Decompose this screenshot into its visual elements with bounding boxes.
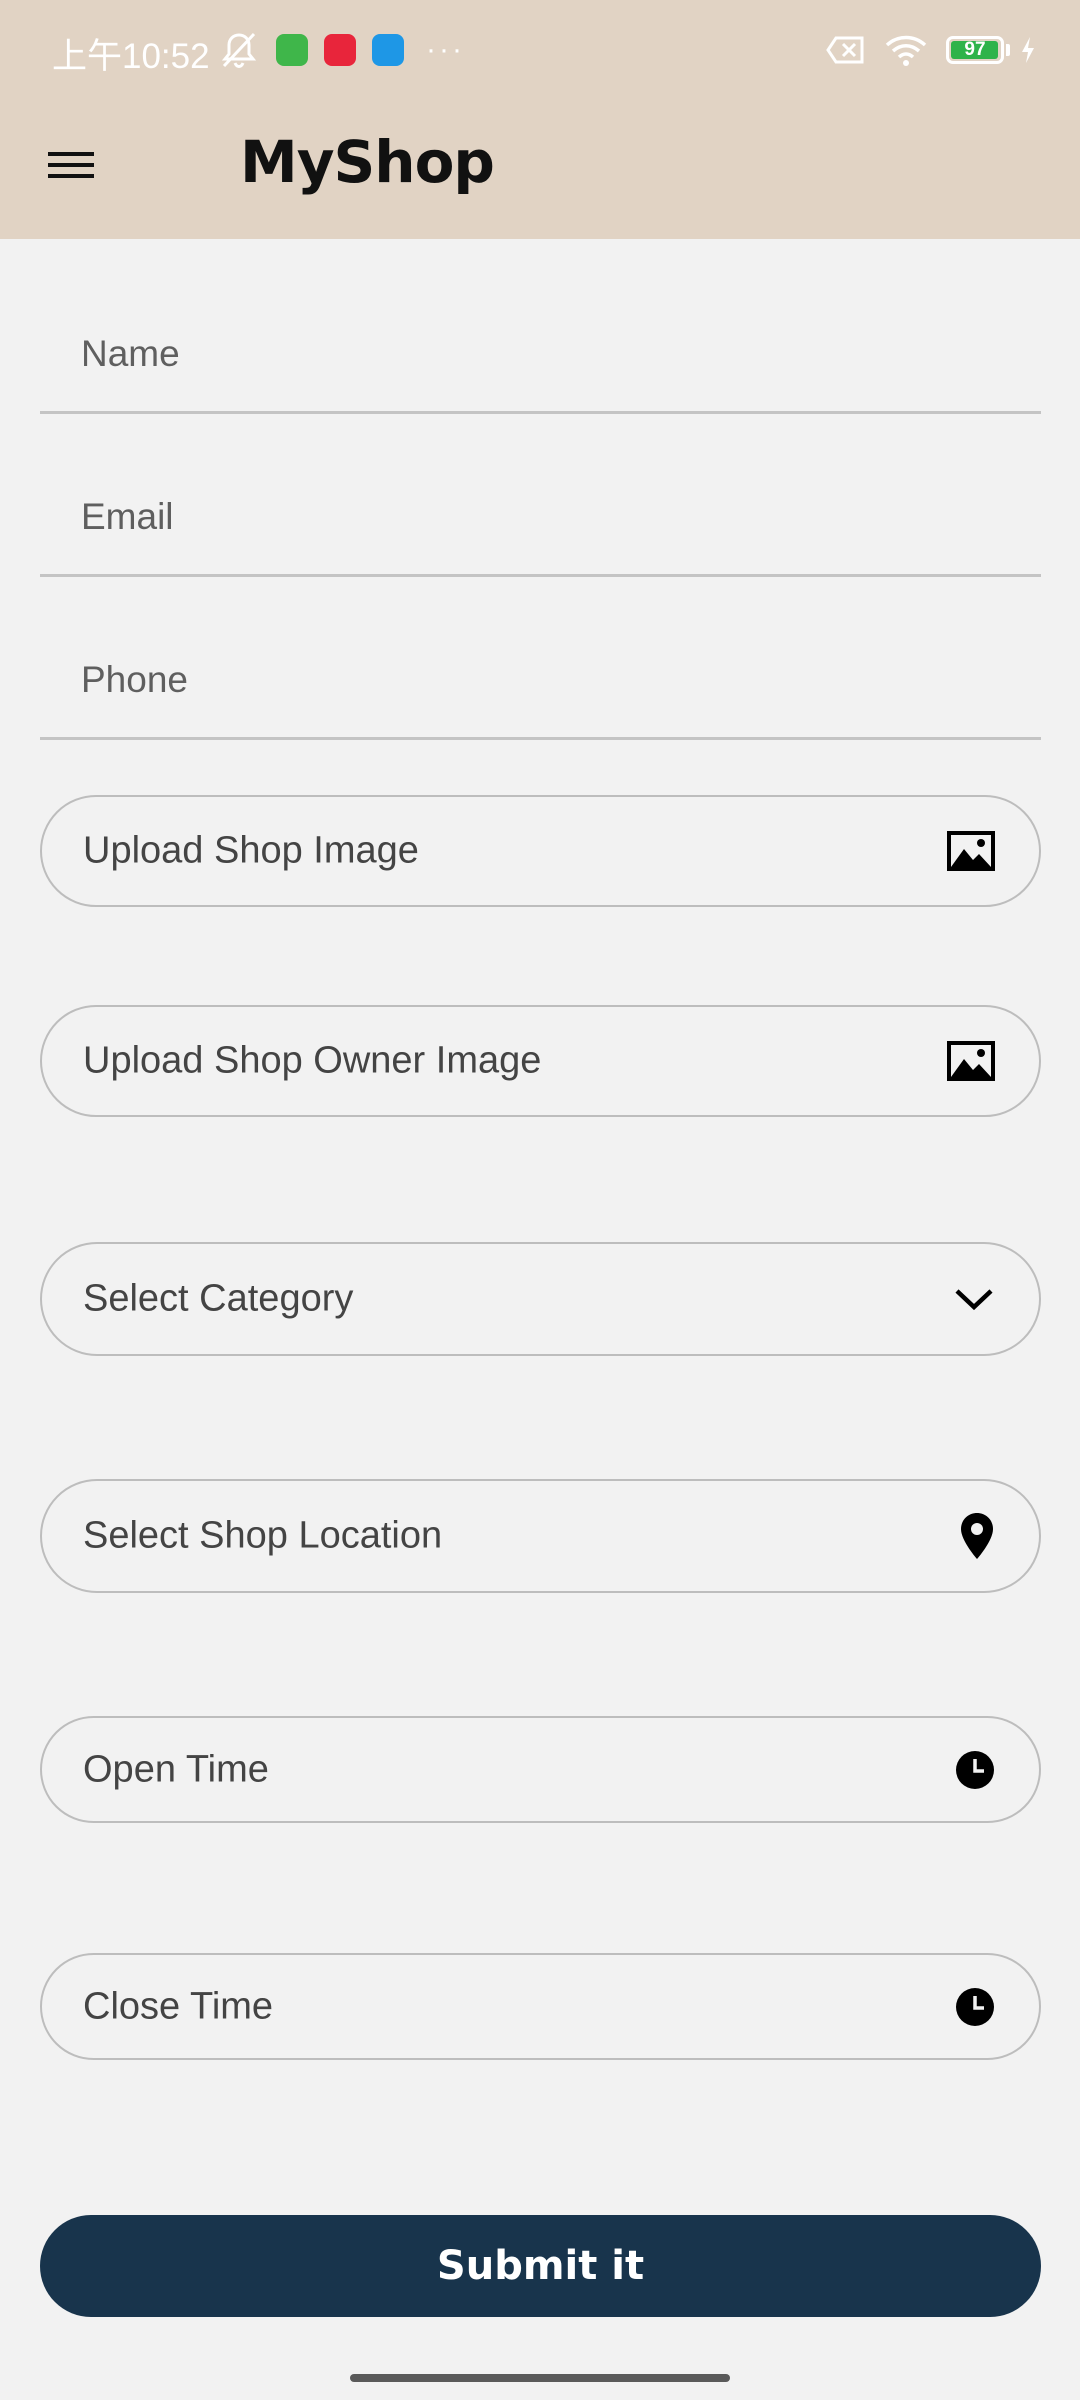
wifi-icon	[866, 33, 928, 67]
phone-input[interactable]	[81, 622, 981, 737]
chevron-down-icon	[953, 1286, 995, 1312]
xiaohongshu-app-icon	[324, 34, 356, 66]
clock-icon	[955, 1987, 995, 2027]
image-icon	[947, 831, 995, 871]
home-indicator[interactable]	[350, 2374, 730, 2382]
upload-shop-image-label: Upload Shop Image	[83, 829, 419, 872]
close-time-field[interactable]: Close Time	[40, 1953, 1041, 2060]
upload-shop-image-button[interactable]: Upload Shop Image	[40, 795, 1041, 907]
upload-shop-owner-image-label: Upload Shop Owner Image	[83, 1039, 542, 1082]
blue-app-icon	[372, 34, 404, 66]
hamburger-menu-icon[interactable]	[40, 136, 104, 194]
name-field[interactable]	[40, 296, 1041, 414]
category-dropdown[interactable]: Select Category	[40, 1242, 1041, 1356]
submit-button[interactable]: Submit it	[40, 2215, 1041, 2317]
status-bar: 上午10:52 ··· 97	[0, 0, 1080, 100]
phone-field[interactable]	[40, 622, 1041, 740]
name-input[interactable]	[81, 296, 981, 411]
charging-icon	[1014, 36, 1036, 64]
status-notification-icons: ···	[218, 28, 465, 72]
category-dropdown-label: Select Category	[83, 1277, 354, 1320]
open-time-label: Open Time	[83, 1748, 269, 1790]
battery-icon: 97	[928, 36, 1010, 64]
mute-icon	[218, 30, 260, 70]
status-system-icons: 97	[808, 30, 1036, 70]
open-time-field[interactable]: Open Time	[40, 1716, 1041, 1823]
more-icon: ···	[426, 33, 465, 66]
image-icon	[947, 1041, 995, 1081]
email-field[interactable]	[40, 459, 1041, 577]
shop-location-label: Select Shop Location	[83, 1514, 443, 1557]
status-time: 上午10:52	[52, 37, 210, 76]
email-input[interactable]	[81, 459, 981, 574]
upload-shop-owner-image-button[interactable]: Upload Shop Owner Image	[40, 1005, 1041, 1117]
location-pin-icon	[959, 1511, 995, 1561]
close-time-label: Close Time	[83, 1985, 274, 2027]
shop-location-field[interactable]: Select Shop Location	[40, 1479, 1041, 1593]
no-sim-icon	[808, 35, 866, 65]
wechat-app-icon	[276, 34, 308, 66]
clock-icon	[955, 1750, 995, 1790]
app-bar: 上午10:52 ··· 97 MyShop	[0, 0, 1080, 239]
app-title: MyShop	[240, 128, 495, 196]
battery-level: 97	[964, 39, 986, 60]
